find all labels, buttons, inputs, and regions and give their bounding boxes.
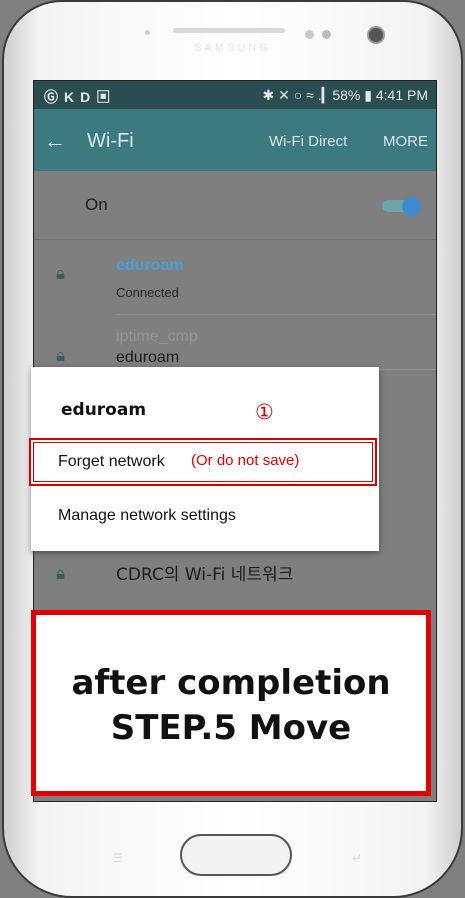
network-name[interactable]: eduroam bbox=[116, 349, 179, 367]
forget-network-button[interactable]: Forget network bbox=[58, 453, 165, 471]
sensor-dot bbox=[145, 30, 150, 35]
wifi-lock-icon: 🔒︎ bbox=[56, 564, 66, 583]
toolbar: ← Wi-Fi Wi-Fi Direct MORE bbox=[34, 109, 436, 171]
wifi-direct-button[interactable]: Wi-Fi Direct bbox=[269, 133, 347, 150]
wifi-lock-icon: 🔒︎ bbox=[56, 346, 66, 365]
wifi-toggle-switch[interactable] bbox=[382, 197, 422, 216]
wifi-toggle-label: On bbox=[85, 195, 108, 214]
manage-network-settings-button[interactable]: Manage network settings bbox=[58, 507, 236, 525]
brand-label: SAMSUNG bbox=[194, 42, 271, 54]
wifi-lock-icon: 🔒︎ bbox=[56, 264, 66, 283]
dialog-title: eduroam bbox=[61, 400, 147, 420]
network-options-dialog: eduroam ① Forget network (Or do not save… bbox=[29, 367, 379, 551]
sensor-icon bbox=[322, 30, 331, 39]
network-name[interactable]: iptime_cmp bbox=[116, 328, 198, 346]
banner-line-1: after completion bbox=[71, 663, 391, 703]
step-marker: ① bbox=[255, 400, 274, 424]
front-camera-icon bbox=[367, 26, 385, 44]
status-left-icons: ⒼKD▣ bbox=[44, 89, 117, 105]
page-title: Wi-Fi bbox=[87, 130, 134, 152]
network-name[interactable]: eduroam bbox=[116, 257, 184, 275]
network-status: Connected bbox=[116, 285, 179, 300]
recent-apps-key[interactable]: ☰ bbox=[112, 851, 123, 865]
forget-network-note: (Or do not save) bbox=[191, 452, 300, 469]
earpiece-speaker bbox=[173, 28, 285, 33]
phone-frame: SAMSUNG ⒼKD▣ ✱ ✕ ○ ≈ .▎58% ▮ 4:41 PM ← W… bbox=[0, 0, 465, 898]
back-key[interactable]: ↵ bbox=[352, 851, 362, 865]
toggle-knob bbox=[402, 197, 421, 216]
sensor-icon bbox=[305, 30, 314, 39]
more-button[interactable]: MORE bbox=[383, 133, 428, 150]
wifi-toggle-row[interactable]: On bbox=[34, 171, 436, 240]
back-arrow-icon[interactable]: ← bbox=[44, 128, 66, 154]
instruction-banner: after completion STEP.5 Move bbox=[31, 610, 431, 796]
status-right-info: ✱ ✕ ○ ≈ .▎58% ▮ 4:41 PM bbox=[262, 87, 428, 103]
banner-line-2: STEP.5 Move bbox=[110, 708, 352, 748]
network-name[interactable]: CDRC의 Wi-Fi 네트워크 bbox=[116, 560, 293, 585]
status-bar: ⒼKD▣ ✱ ✕ ○ ≈ .▎58% ▮ 4:41 PM bbox=[34, 81, 436, 109]
home-button[interactable] bbox=[180, 834, 292, 876]
list-divider bbox=[116, 314, 436, 315]
